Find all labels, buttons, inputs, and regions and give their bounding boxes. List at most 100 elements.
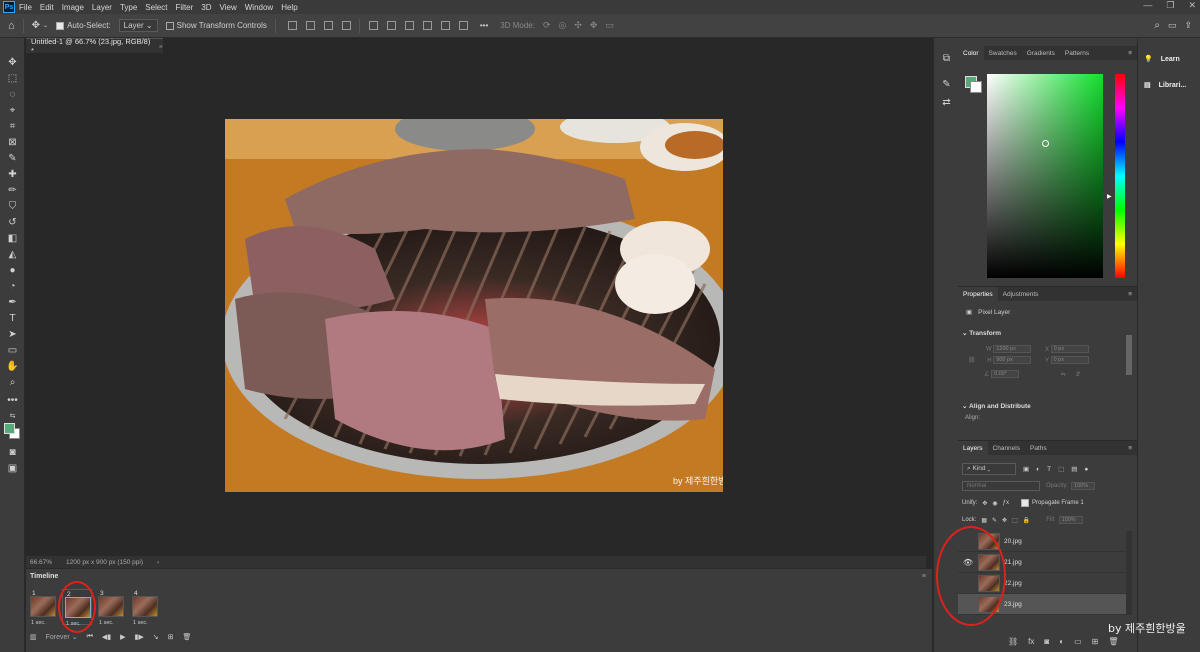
clone-stamp-tool-icon[interactable]: ⛉ [6,200,19,212]
libraries-panel-button[interactable]: ▤ Librari... [1138,74,1200,96]
tab-layers[interactable]: Layers [958,441,988,455]
chevron-down-icon[interactable]: ⌄ [43,22,48,29]
distribute-right-icon[interactable] [458,21,468,30]
trash-icon[interactable]: 🗑 [1108,637,1118,646]
history-panel-icon[interactable]: ⧉ [940,52,953,64]
document-tab[interactable]: Untitled-1 @ 66.7% (23.jpg, RGB/8) * × [26,37,163,55]
distribute-left-icon[interactable] [422,21,432,30]
tab-paths[interactable]: Paths [1025,445,1052,452]
tab-properties[interactable]: Properties [958,287,998,301]
frame-duration[interactable]: 1 sec. [99,620,129,626]
adjustment-icon[interactable]: ◐ [1059,637,1064,646]
background-color-swatch[interactable] [970,81,982,93]
filter-type-icon[interactable]: T [1047,466,1051,473]
path-select-tool-icon[interactable]: ➤ [6,328,19,340]
healing-brush-tool-icon[interactable]: ✚ [6,168,19,180]
mask-icon[interactable]: ◙ [1044,637,1049,646]
crop-tool-icon[interactable]: ⌗ [6,120,19,132]
distribute-top-icon[interactable] [368,21,378,30]
duplicate-frame-icon[interactable]: ⊞ [168,633,174,641]
layers-scrollbar[interactable] [1126,531,1132,615]
pen-tool-icon[interactable]: ✒ [6,296,19,308]
lock-artboard-icon[interactable]: ⬚ [1012,517,1018,524]
loop-dropdown[interactable]: Forever ⌄ [46,633,78,641]
dodge-tool-icon[interactable]: ◔ [6,280,19,292]
blend-mode-dropdown[interactable]: Normal [962,481,1040,491]
lock-transparent-icon[interactable]: ▦ [981,517,987,524]
fx-icon[interactable]: fx [1028,637,1034,646]
tab-color[interactable]: Color [958,46,984,60]
filter-shape-icon[interactable]: ⬚ [1058,465,1064,473]
paint-bucket-tool-icon[interactable]: ◭ [6,248,19,260]
previous-frame-icon[interactable]: ◀▮ [102,633,111,641]
menu-layer[interactable]: Layer [92,3,112,12]
lasso-tool-icon[interactable]: ◌ [6,88,19,100]
distribute-middle-icon[interactable] [386,21,396,30]
learn-panel-button[interactable]: 💡 Learn [1138,48,1200,70]
quick-select-tool-icon[interactable]: ⌖ [6,104,19,116]
menu-file[interactable]: File [19,3,32,12]
filter-pixel-icon[interactable]: ▣ [1023,465,1029,473]
color-picker-field[interactable] [987,74,1103,278]
first-frame-icon[interactable]: ⏮ [87,633,93,641]
width-field[interactable]: 1200 px [993,345,1032,353]
distribute-bottom-icon[interactable] [404,21,414,30]
timeline-frame[interactable]: 3 1 sec. [96,589,129,626]
workspace-icon[interactable]: ▭ [1168,20,1177,31]
menu-3d[interactable]: 3D [201,3,211,12]
menu-image[interactable]: Image [62,3,84,12]
panel-menu-icon[interactable]: ≡ [922,573,926,580]
delete-frame-icon[interactable]: 🗑 [183,633,192,641]
filter-toggle-icon[interactable]: ● [1084,466,1088,473]
brush-settings-icon[interactable]: ✎ [940,78,953,90]
swap-colors-icon[interactable]: ⇆ [6,410,19,422]
eraser-tool-icon[interactable]: ◧ [6,232,19,244]
next-frame-icon[interactable]: ▮▶ [135,633,144,641]
x-field[interactable]: 0 px [1050,345,1089,353]
play-icon[interactable]: ▶ [120,633,125,641]
restore-button[interactable]: ❐ [1166,0,1174,11]
filter-smart-object-icon[interactable]: ▤ [1071,465,1077,473]
tab-gradients[interactable]: Gradients [1022,50,1060,57]
minimize-button[interactable]: — [1143,0,1152,11]
auto-select-checkbox[interactable]: Auto-Select: [56,21,111,30]
new-layer-icon[interactable]: ⊞ [1092,637,1099,646]
show-transform-checkbox[interactable]: Show Transform Controls [165,21,267,30]
link-icon[interactable]: ⛓ [1008,637,1018,646]
fill-field[interactable]: 100% [1058,516,1083,524]
quick-mask-icon[interactable]: ◙ [6,446,19,458]
marquee-tool-icon[interactable]: ⬚ [6,72,19,84]
frame-tool-icon[interactable]: ⊠ [6,136,19,148]
align-left-icon[interactable] [287,21,297,30]
menu-type[interactable]: Type [120,3,137,12]
opacity-field[interactable]: 100% [1071,482,1096,490]
adjustments-panel-icon[interactable]: ⇄ [940,96,953,108]
zoom-level[interactable]: 66.67% [30,559,52,566]
move-tool-icon[interactable]: ✥ [6,56,19,68]
blur-tool-icon[interactable]: ● [6,264,19,276]
lock-position-icon[interactable]: ✥ [1002,517,1007,524]
document-canvas-image[interactable]: by 제주흰한방울 [225,119,723,492]
close-tab-icon[interactable]: × [159,42,163,51]
panel-menu-icon[interactable]: ≡ [1123,445,1137,452]
tab-adjustments[interactable]: Adjustments [998,291,1044,298]
status-menu-icon[interactable]: › [157,559,159,566]
home-icon[interactable]: ⌂ [8,20,15,32]
unify-position-icon[interactable]: ✥ [982,500,987,507]
menu-edit[interactable]: Edit [40,3,54,12]
folder-icon[interactable]: ▭ [1074,637,1082,646]
timeline-frame[interactable]: 4 1 sec. [130,589,160,626]
search-icon[interactable]: ⌕ [1154,20,1160,31]
flip-horizontal-icon[interactable]: ⇋ [1061,372,1066,378]
timeline-frame[interactable]: 1 1 sec. [28,589,58,626]
align-right-icon[interactable] [323,21,333,30]
flip-vertical-icon[interactable]: ⇵ [1075,372,1080,378]
properties-scrollbar[interactable] [1126,335,1132,375]
kind-filter-dropdown[interactable]: ⌕ Kind ⌄ [962,463,1016,475]
lock-all-icon[interactable]: 🔒 [1023,517,1030,524]
more-tools-icon[interactable]: ••• [6,394,19,406]
shape-tool-icon[interactable]: ▭ [6,344,19,356]
share-icon[interactable]: ⇪ [1184,20,1192,31]
angle-field[interactable]: 0.00° [991,370,1020,378]
screen-mode-icon[interactable]: ▣ [6,462,19,474]
